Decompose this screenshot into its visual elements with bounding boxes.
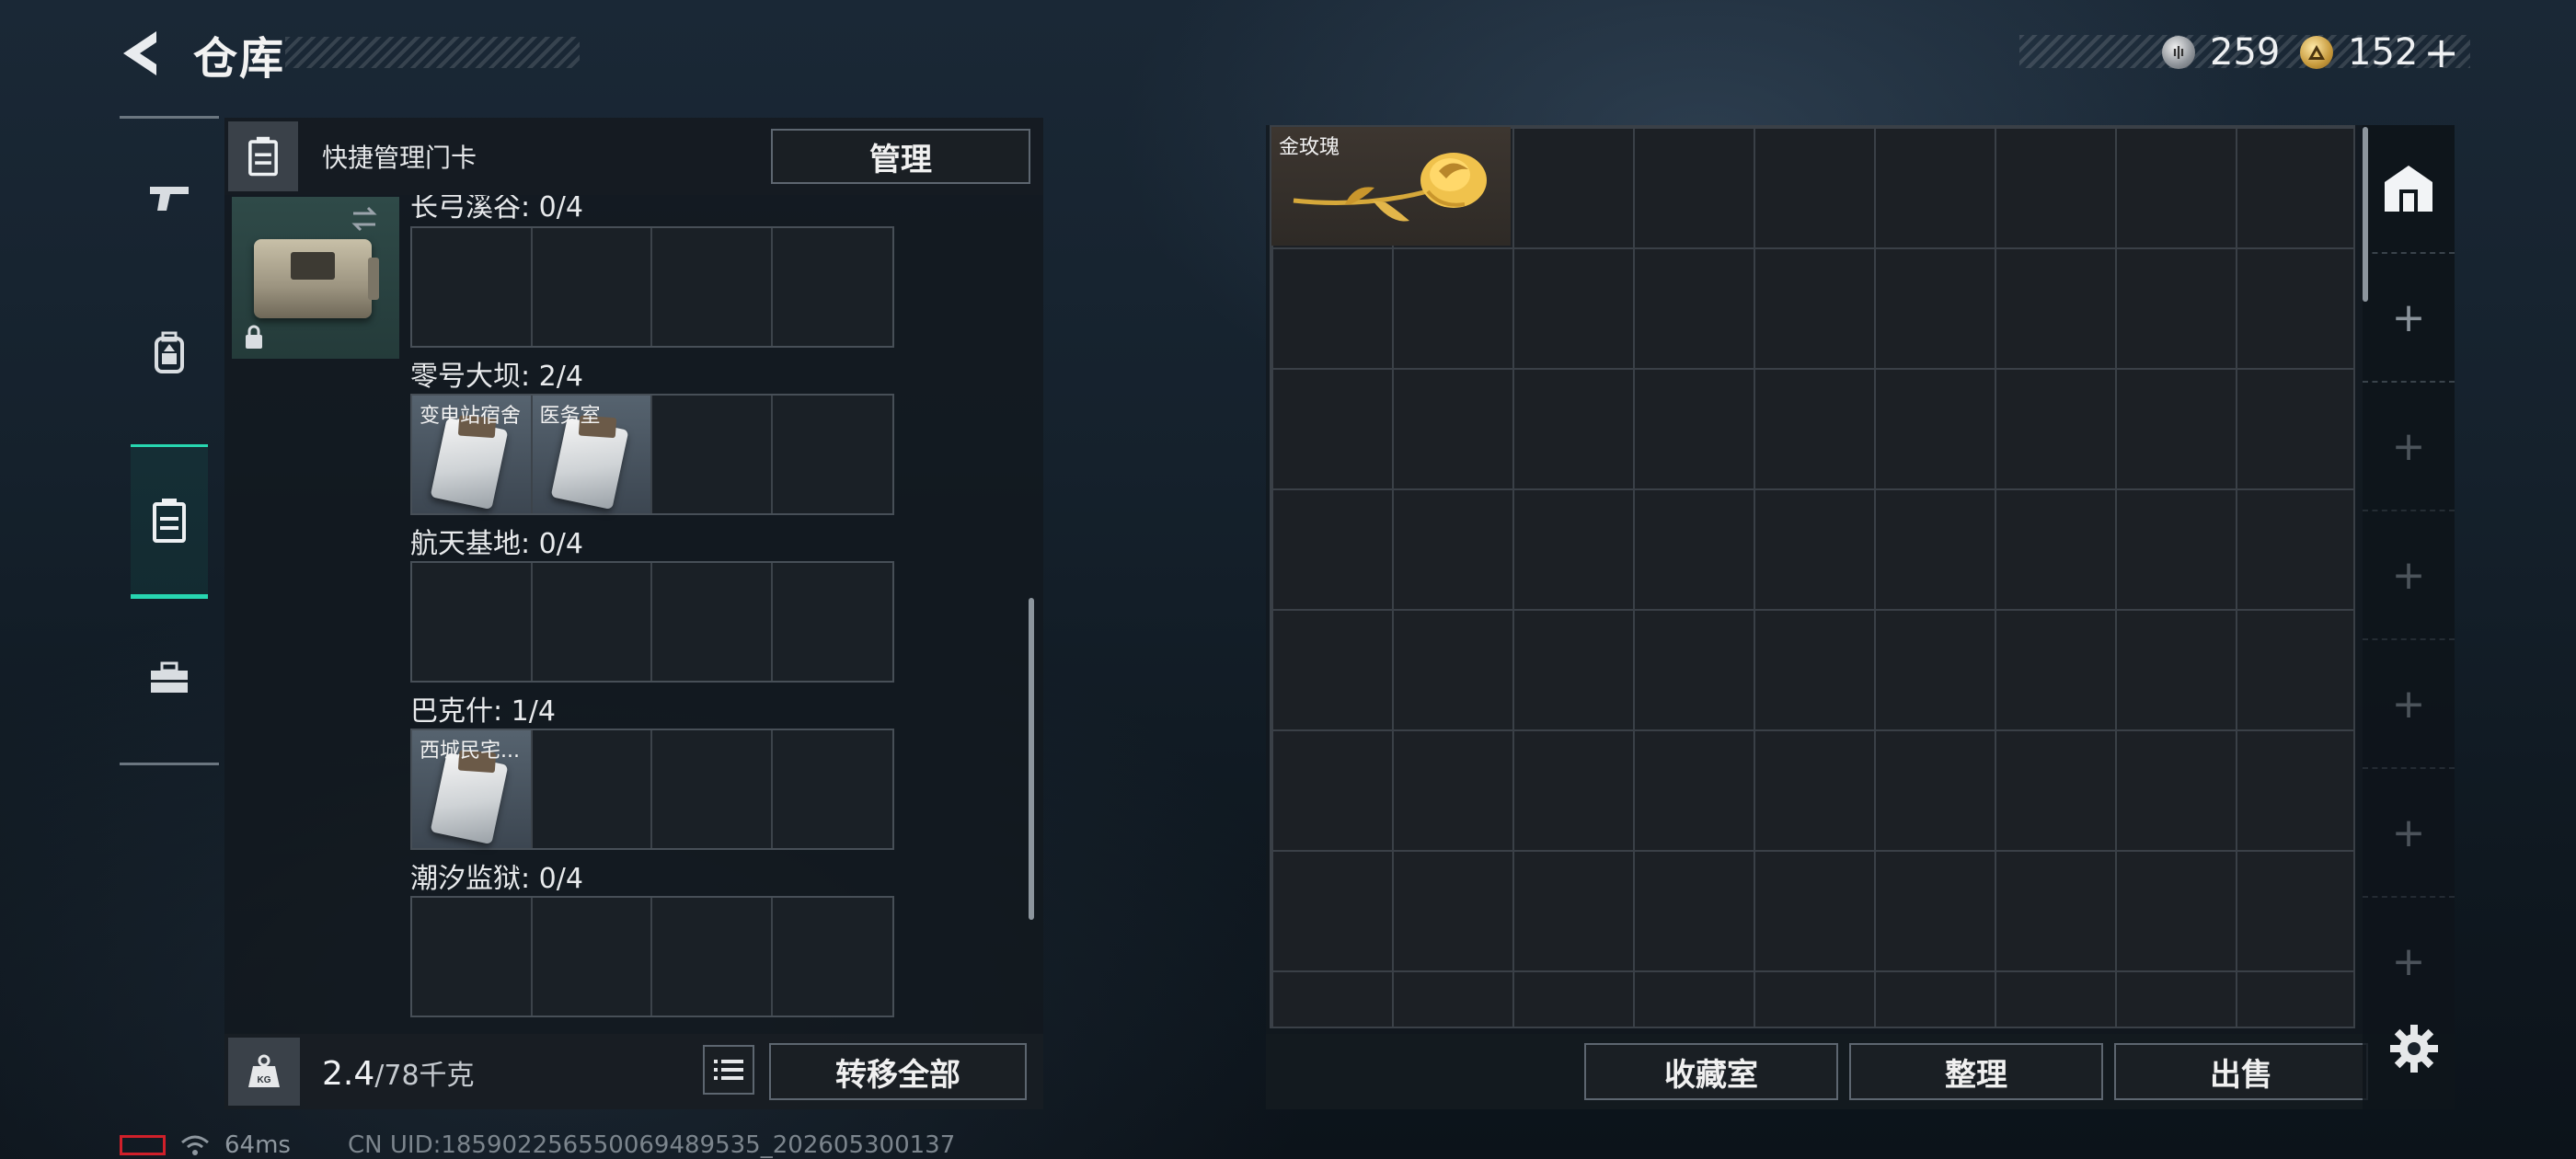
stash-page-tab[interactable] [2363, 125, 2455, 254]
gold-coin-icon [2300, 36, 2333, 69]
keycard-slot-row: 西城民宅... [410, 729, 894, 850]
keycard-image [430, 752, 509, 845]
keycard-slot[interactable] [652, 563, 773, 681]
collection-room-button[interactable]: 收藏室 [1584, 1043, 1838, 1100]
map-label: 巴克什: 1/4 [410, 695, 556, 728]
gold-currency[interactable]: 152 + [2300, 28, 2459, 77]
weight-max: /78千克 [374, 1060, 475, 1092]
page-title: 仓库 [193, 33, 286, 85]
keycard-name: 西城民宅... [420, 740, 520, 763]
keycard-slot-row [410, 561, 894, 683]
warehouse-icon [2385, 166, 2432, 212]
silver-coin-icon [2162, 36, 2195, 69]
back-arrow-icon [123, 31, 156, 75]
add-stash-page-button[interactable]: + [2363, 383, 2455, 511]
category-nav [120, 116, 219, 765]
map-label: 航天基地: 0/4 [410, 528, 583, 560]
weight-value: 2.4 [322, 1055, 375, 1093]
add-stash-page-button[interactable]: + [2363, 898, 2455, 1025]
backpack-icon [155, 331, 184, 373]
title-decoration [285, 37, 580, 68]
keycard-slot[interactable] [412, 898, 533, 1016]
keycard-image [430, 417, 509, 511]
keycard-slot[interactable] [533, 228, 652, 346]
uid-text: CN UID:185902256550069489535_20260530013… [348, 1131, 956, 1159]
keycard-slot[interactable] [652, 730, 773, 848]
silver-amount: 259 [2210, 31, 2281, 74]
keycard-slot[interactable] [773, 228, 893, 346]
wifi-icon [181, 1135, 209, 1155]
keycard-case-icon [248, 136, 278, 177]
stash-scrollbar[interactable] [2363, 127, 2368, 302]
add-stash-page-button[interactable]: + [2363, 640, 2455, 769]
gear-icon [2390, 1025, 2438, 1073]
keycard-slot[interactable] [533, 730, 652, 848]
keycard-slot-row: 变电站宿舍 医务室 [410, 394, 894, 515]
transfer-all-button[interactable]: 转移全部 [769, 1043, 1027, 1100]
stash-grid[interactable] [1270, 125, 2355, 1028]
keycard-slot[interactable] [652, 396, 773, 513]
keycard-header-label: 快捷管理门卡 [322, 143, 477, 173]
keycard-slot[interactable] [773, 563, 893, 681]
add-stash-page-button[interactable]: + [2363, 254, 2455, 383]
keycard-slot[interactable] [412, 563, 533, 681]
sort-button[interactable]: 整理 [1849, 1043, 2103, 1100]
keycard-slot[interactable] [652, 228, 773, 346]
manage-button[interactable]: 管理 [771, 129, 1030, 184]
keycard-name: 医务室 [539, 405, 601, 428]
keycard-item[interactable]: 变电站宿舍 [412, 396, 533, 513]
keycard-slot[interactable] [773, 396, 893, 513]
toolbox-icon [151, 661, 188, 693]
silver-currency: 259 [2162, 28, 2280, 77]
add-stash-page-button[interactable]: + [2363, 769, 2455, 898]
battery-icon [120, 1135, 166, 1155]
svg-text:KG: KG [258, 1075, 271, 1085]
keycard-item[interactable]: 西城民宅... [412, 730, 533, 848]
settings-button[interactable] [2388, 1023, 2440, 1074]
keycard-header-icon-box [228, 121, 298, 191]
keycard-list[interactable]: 长弓溪谷: 0/4 零号大坝: 2/4 变电站宿舍 医务室 航天基地: 0/4 … [410, 195, 1027, 1023]
keycard-slot[interactable] [652, 898, 773, 1016]
map-label: 零号大坝: 2/4 [410, 361, 583, 393]
lock-icon [246, 325, 262, 349]
map-label: 潮汐监狱: 0/4 [410, 863, 583, 895]
keycard-slot-row [410, 226, 894, 348]
keycard-slot[interactable] [773, 730, 893, 848]
swap-icon[interactable] [348, 202, 381, 235]
keycard-image [550, 417, 628, 511]
keycard-slot[interactable] [773, 898, 893, 1016]
sell-button[interactable]: 出售 [2114, 1043, 2368, 1100]
keycard-slot[interactable] [412, 228, 533, 346]
add-currency-button[interactable]: + [2423, 28, 2459, 77]
ping-text: 64ms [224, 1131, 291, 1159]
keycard-name: 变电站宿舍 [420, 405, 522, 428]
keycard-case-image [254, 239, 379, 318]
gold-amount: 152 [2348, 31, 2419, 74]
weight-icon: KG [248, 1054, 280, 1087]
gold-rose-image [1293, 153, 1487, 222]
back-button[interactable] [118, 28, 166, 79]
keycard-list-scrollbar[interactable] [1029, 598, 1034, 920]
weight-display: 2.4 /78千克 [322, 1052, 475, 1093]
keycard-item[interactable]: 医务室 [532, 396, 652, 513]
keycard-slot[interactable] [533, 898, 652, 1016]
list-view-button[interactable] [703, 1045, 754, 1095]
weight-icon-box: KG [228, 1038, 300, 1106]
keycard-slot-row [410, 896, 894, 1017]
stash-page-rail: + + + + + + [2363, 125, 2455, 1109]
list-icon [714, 1060, 743, 1080]
keycard-slot[interactable] [533, 563, 652, 681]
add-stash-page-button[interactable]: + [2363, 511, 2455, 640]
keycard-case-slot[interactable] [232, 197, 399, 359]
pistol-icon [150, 187, 189, 211]
nav-weapons[interactable] [131, 124, 208, 271]
keycard-case-icon [153, 499, 186, 543]
nav-tools[interactable] [131, 604, 208, 752]
nav-equipment[interactable] [131, 281, 208, 428]
stash-item[interactable]: 金玫瑰 [1271, 127, 1511, 246]
nav-keycards[interactable] [131, 444, 208, 599]
map-label: 长弓溪谷: 0/4 [410, 195, 583, 224]
